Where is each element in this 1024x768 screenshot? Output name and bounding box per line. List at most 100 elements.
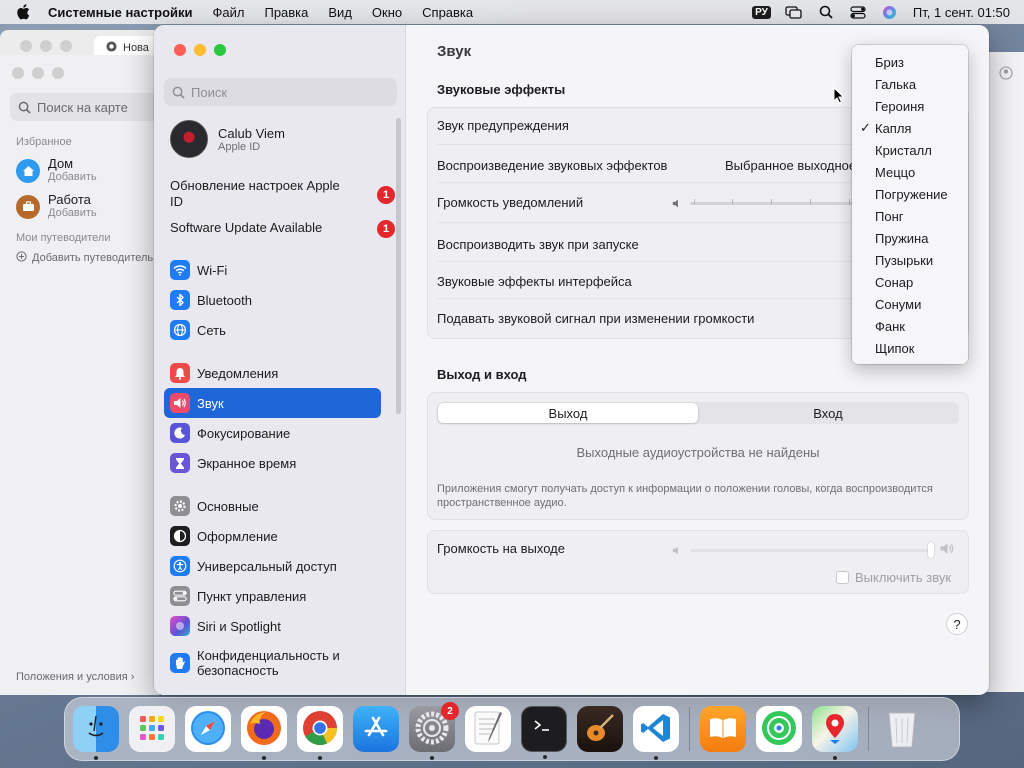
play-effects-popup[interactable]: Выбранное выходное (725, 158, 856, 173)
dock-chrome[interactable] (297, 706, 343, 760)
launchpad-icon (137, 713, 167, 746)
sidebar-item-accessibility[interactable]: Универсальный доступ (164, 551, 381, 581)
sidebar-item-focus[interactable]: Фокусирование (164, 418, 381, 448)
mute-checkbox-row[interactable]: Выключить звук (836, 570, 951, 585)
sidebar-item-appearance[interactable]: Оформление (164, 521, 381, 551)
screen-mirroring-icon[interactable] (785, 5, 803, 19)
finder-icon (81, 713, 111, 746)
menu-app-name[interactable]: Системные настройки (48, 5, 193, 20)
sidebar-item-privacy-security[interactable]: Конфиденциальность и безопасность (164, 645, 381, 681)
apple-id-account[interactable]: Calub Viem Apple ID (170, 120, 285, 158)
speaker-high-icon (939, 542, 955, 558)
menu-item-sonumi[interactable]: Сонуми (852, 293, 968, 315)
output-volume-slider-knob[interactable] (928, 542, 934, 558)
no-devices-message: Выходные аудиоустройства не найдены (576, 445, 820, 460)
menu-item-crystal[interactable]: Кристалл (852, 139, 968, 161)
maps-guides-title: Мои путеводители (16, 232, 111, 244)
output-volume-slider[interactable] (690, 549, 930, 552)
sidebar-scrollbar[interactable] (396, 118, 401, 414)
software-update-notice[interactable]: Software Update Available 1 (170, 220, 395, 238)
dock-terminal[interactable] (521, 706, 567, 759)
menu-item-pluck[interactable]: Щипок (852, 337, 968, 359)
dock-garageband[interactable] (577, 706, 623, 752)
speaker-icon (170, 393, 190, 413)
input-language-indicator[interactable]: РУ (752, 5, 771, 19)
menu-item-label: Капля (875, 120, 912, 136)
dock-finder[interactable] (73, 706, 119, 760)
control-center-icon[interactable] (849, 5, 867, 19)
maps-fav-home[interactable]: Дом Добавить (16, 157, 97, 184)
menu-item-pebble[interactable]: Галька (852, 73, 968, 95)
trash-icon (885, 707, 919, 752)
dock-system-settings[interactable]: 2 (409, 702, 459, 760)
wifi-icon (170, 260, 190, 280)
menu-item-label: Галька (875, 76, 917, 92)
dock-safari[interactable] (185, 706, 231, 752)
background-right-window (985, 52, 1024, 692)
sidebar-item-bluetooth[interactable]: Bluetooth (164, 285, 381, 315)
moon-icon (170, 423, 190, 443)
sidebar-item-label: Основные (197, 498, 259, 514)
spotlight-search-icon[interactable] (817, 5, 835, 19)
menu-item-breeze[interactable]: Бриз (852, 51, 968, 73)
siri-icon[interactable] (881, 5, 899, 19)
zoom-button[interactable] (214, 44, 226, 56)
sidebar-item-label: Универсальный доступ (197, 558, 337, 574)
maps-search-input[interactable]: Поиск на карте (10, 93, 160, 121)
menu-item-mezzo[interactable]: Меццо (852, 161, 968, 183)
map-pin-icon (820, 711, 850, 748)
tab-input[interactable]: Вход (698, 403, 958, 423)
menu-edit[interactable]: Правка (264, 5, 308, 20)
menu-item-sonar[interactable]: Сонар (852, 271, 968, 293)
dock-firefox[interactable] (241, 706, 287, 760)
close-button[interactable] (174, 44, 186, 56)
sidebar-item-label: Фокусирование (197, 425, 291, 441)
dock-textedit[interactable] (465, 706, 511, 752)
dock-app-store[interactable] (353, 706, 399, 752)
menu-help[interactable]: Справка (422, 5, 473, 20)
sidebar-item-sound[interactable]: Звук (164, 388, 381, 418)
search-icon (172, 86, 185, 99)
alert-volume-slider[interactable] (690, 202, 856, 205)
sidebar-item-wifi[interactable]: Wi-Fi (164, 255, 381, 285)
dock-books[interactable] (700, 706, 746, 752)
sidebar-item-general[interactable]: Основные (164, 491, 381, 521)
sidebar-item-network[interactable]: Сеть (164, 315, 381, 345)
dock-trash[interactable] (879, 706, 925, 752)
spatial-audio-info: Приложения смогут получать доступ к инфо… (437, 483, 933, 509)
sidebar-item-control-center[interactable]: Пункт управления (164, 581, 381, 611)
sidebar-item-notifications[interactable]: Уведомления (164, 358, 381, 388)
menu-file[interactable]: Файл (213, 5, 245, 20)
menu-item-funk[interactable]: Фанк (852, 315, 968, 337)
hand-icon (170, 653, 190, 673)
mute-checkbox[interactable] (836, 571, 849, 584)
menu-item-submerge[interactable]: Погружение (852, 183, 968, 205)
sidebar-item-siri-spotlight[interactable]: Siri и Spotlight (164, 611, 381, 641)
maps-terms-label: Положения и условия (16, 671, 128, 683)
tab-output[interactable]: Выход (438, 403, 698, 423)
maps-fav-work[interactable]: Работа Добавить (16, 193, 97, 220)
menu-window[interactable]: Окно (372, 5, 402, 20)
sidebar-search-input[interactable]: Поиск (164, 78, 397, 106)
apple-icon[interactable] (14, 3, 32, 21)
menu-item-bubbles[interactable]: Пузырьки (852, 249, 968, 271)
menu-item-hero[interactable]: Героиня (852, 95, 968, 117)
play-effects-label: Воспроизведение звуковых эффектов (437, 158, 668, 173)
menu-item-drop[interactable]: ✓ Капля (852, 117, 968, 139)
minimize-button[interactable] (194, 44, 206, 56)
dock-maps[interactable] (812, 706, 858, 760)
dock-vscode[interactable] (633, 706, 679, 760)
menu-item-spring[interactable]: Пружина (852, 227, 968, 249)
dock-launchpad[interactable] (129, 706, 175, 752)
sound-effects-section-title: Звуковые эффекты (437, 82, 566, 97)
apple-id-settings-update[interactable]: Обновление настроек Apple ID 1 (170, 178, 395, 210)
maps-terms-link[interactable]: Положения и условия › (16, 671, 134, 683)
menu-item-pong[interactable]: Понг (852, 205, 968, 227)
account-sub: Apple ID (218, 140, 261, 153)
maps-add-guide[interactable]: Добавить путеводитель (16, 251, 153, 265)
menu-view[interactable]: Вид (328, 5, 352, 20)
help-button[interactable]: ? (946, 613, 968, 635)
menu-clock[interactable]: Пт, 1 сент. 01:50 (913, 5, 1010, 20)
sidebar-item-screen-time[interactable]: Экранное время (164, 448, 381, 478)
dock-find-my[interactable] (756, 706, 802, 752)
